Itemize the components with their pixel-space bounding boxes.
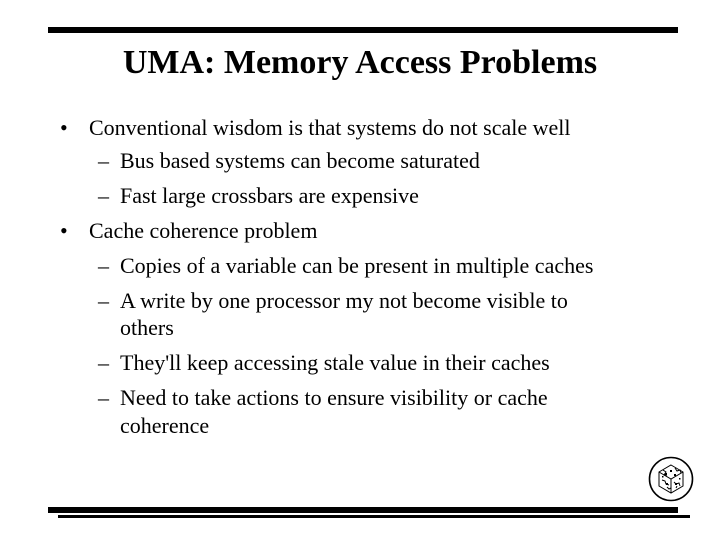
university-seal-icon — [648, 456, 694, 502]
dash-icon: – — [98, 385, 109, 410]
dash-icon: – — [98, 148, 109, 173]
dash-icon: – — [98, 253, 109, 278]
list-item: A write by one processor my not become v… — [120, 288, 568, 313]
bottom-rule-thick — [48, 507, 678, 513]
dash-icon: – — [98, 183, 109, 208]
bottom-rule-thin — [58, 515, 690, 518]
list-item: Fast large crossbars are expensive — [120, 183, 419, 208]
bullet-icon: • — [60, 218, 68, 243]
top-rule — [48, 27, 678, 33]
dash-icon: – — [98, 288, 109, 313]
list-item: Conventional wisdom is that systems do n… — [89, 115, 571, 140]
dash-icon: – — [98, 350, 109, 375]
list-item-continuation: others — [120, 315, 174, 340]
slide-title: UMA: Memory Access Problems — [122, 44, 598, 81]
list-item: They'll keep accessing stale value in th… — [120, 350, 550, 375]
list-item: Bus based systems can become saturated — [120, 148, 480, 173]
list-item-continuation: coherence — [120, 413, 210, 438]
list-item: Need to take actions to ensure visibilit… — [120, 385, 548, 410]
list-item: Cache coherence problem — [89, 218, 318, 243]
bullet-icon: • — [60, 115, 68, 140]
list-item: Copies of a variable can be present in m… — [120, 253, 594, 278]
